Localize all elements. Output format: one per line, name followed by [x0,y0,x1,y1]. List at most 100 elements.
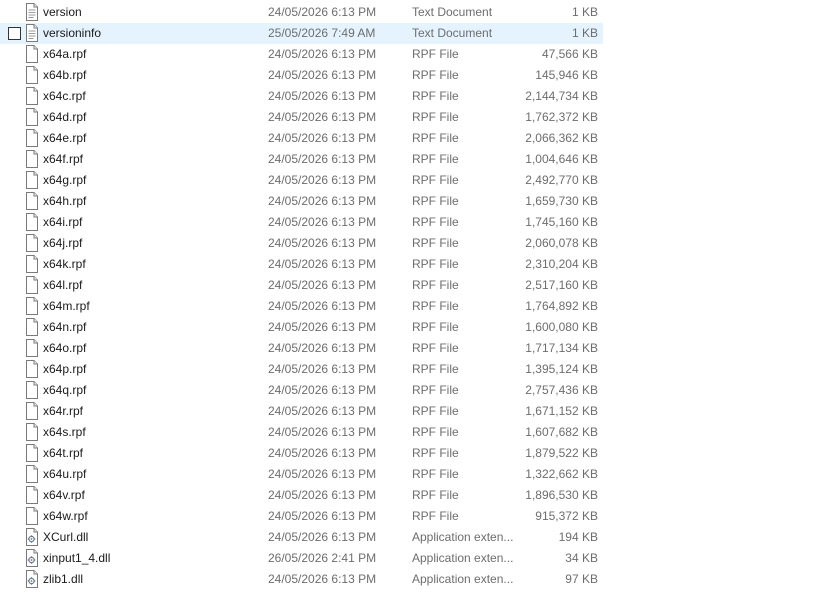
file-date-modified: 24/05/2026 6:13 PM [268,68,377,82]
text-document-icon [25,3,39,21]
file-name: x64f.rpf [43,152,84,166]
file-size: 2,492,770 KB [525,173,598,187]
file-icon [25,486,39,504]
file-name: version [43,5,82,19]
file-date-modified: 24/05/2026 6:13 PM [268,236,377,250]
file-type: Text Document [412,26,493,40]
file-date-modified: 24/05/2026 6:13 PM [268,131,377,145]
file-date-modified: 24/05/2026 6:13 PM [268,173,377,187]
file-type: RPF File [412,446,459,460]
file-type: RPF File [412,299,459,313]
file-name: x64g.rpf [43,173,87,187]
file-name: x64u.rpf [43,467,87,481]
file-date-modified: 24/05/2026 6:13 PM [268,278,377,292]
file-type: RPF File [412,236,459,250]
file-date-modified: 24/05/2026 6:13 PM [268,383,377,397]
file-icon [25,507,39,525]
file-icon [25,423,39,441]
file-date-modified: 24/05/2026 6:13 PM [268,341,377,355]
file-name: x64k.rpf [43,257,86,271]
file-name: x64t.rpf [43,446,84,460]
file-row[interactable]: x64c.rpf 24/05/2026 6:13 PM RPF File 2,1… [0,86,603,107]
dll-file-icon [25,570,39,588]
file-size: 1 KB [571,26,598,40]
file-date-modified: 24/05/2026 6:13 PM [268,215,377,229]
file-row-selected[interactable]: versioninfo 25/05/2026 7:49 AM Text Docu… [0,23,603,44]
file-row[interactable]: x64r.rpf 24/05/2026 6:13 PM RPF File 1,6… [0,401,603,422]
file-icon [25,339,39,357]
file-icon [25,381,39,399]
file-row[interactable]: x64u.rpf 24/05/2026 6:13 PM RPF File 1,3… [0,464,603,485]
file-type: Application exten... [412,572,514,586]
file-row[interactable]: XCurl.dll 24/05/2026 6:13 PM Application… [0,527,603,548]
file-type: RPF File [412,110,459,124]
file-row[interactable]: x64j.rpf 24/05/2026 6:13 PM RPF File 2,0… [0,233,603,254]
file-date-modified: 24/05/2026 6:13 PM [268,299,377,313]
file-size: 97 KB [565,572,598,586]
file-icon [25,87,39,105]
file-row[interactable]: zlib1.dll 24/05/2026 6:13 PM Application… [0,569,603,590]
file-size: 2,517,160 KB [525,278,598,292]
file-row[interactable]: version 24/05/2026 6:13 PM Text Document… [0,2,603,23]
file-date-modified: 24/05/2026 6:13 PM [268,572,377,586]
file-icon [25,192,39,210]
file-size: 1,659,730 KB [525,194,598,208]
file-date-modified: 24/05/2026 6:13 PM [268,257,377,271]
file-type: RPF File [412,89,459,103]
file-row[interactable]: x64v.rpf 24/05/2026 6:13 PM RPF File 1,8… [0,485,603,506]
file-row[interactable]: x64i.rpf 24/05/2026 6:13 PM RPF File 1,7… [0,212,603,233]
file-date-modified: 24/05/2026 6:13 PM [268,509,377,523]
row-select-checkbox[interactable] [8,27,21,40]
file-type: RPF File [412,47,459,61]
file-date-modified: 25/05/2026 7:49 AM [268,26,376,40]
file-row[interactable]: x64l.rpf 24/05/2026 6:13 PM RPF File 2,5… [0,275,603,296]
file-date-modified: 24/05/2026 6:13 PM [268,152,377,166]
file-name: x64b.rpf [43,68,87,82]
file-row[interactable]: x64s.rpf 24/05/2026 6:13 PM RPF File 1,6… [0,422,603,443]
file-row[interactable]: x64g.rpf 24/05/2026 6:13 PM RPF File 2,4… [0,170,603,191]
file-name: x64o.rpf [43,341,87,355]
file-row[interactable]: x64k.rpf 24/05/2026 6:13 PM RPF File 2,3… [0,254,603,275]
file-row[interactable]: x64e.rpf 24/05/2026 6:13 PM RPF File 2,0… [0,128,603,149]
file-row[interactable]: x64m.rpf 24/05/2026 6:13 PM RPF File 1,7… [0,296,603,317]
file-row[interactable]: x64o.rpf 24/05/2026 6:13 PM RPF File 1,7… [0,338,603,359]
file-type: RPF File [412,467,459,481]
file-icon [25,171,39,189]
file-icon [25,402,39,420]
file-type: Application exten... [412,530,514,544]
file-name: x64r.rpf [43,404,84,418]
file-size: 47,566 KB [541,47,598,61]
file-size: 1,395,124 KB [525,362,598,376]
file-type: RPF File [412,509,459,523]
file-icon [25,276,39,294]
dll-file-icon [25,549,39,567]
file-size: 1,764,892 KB [525,299,598,313]
file-row[interactable]: x64d.rpf 24/05/2026 6:13 PM RPF File 1,7… [0,107,603,128]
file-type: RPF File [412,320,459,334]
file-row[interactable]: x64a.rpf 24/05/2026 6:13 PM RPF File 47,… [0,44,603,65]
file-size: 34 KB [565,551,598,565]
file-row[interactable]: x64t.rpf 24/05/2026 6:13 PM RPF File 1,8… [0,443,603,464]
file-type: RPF File [412,215,459,229]
file-row[interactable]: x64p.rpf 24/05/2026 6:13 PM RPF File 1,3… [0,359,603,380]
file-row[interactable]: x64w.rpf 24/05/2026 6:13 PM RPF File 915… [0,506,603,527]
file-size: 1,879,522 KB [525,446,598,460]
file-name: XCurl.dll [43,530,89,544]
file-name: x64c.rpf [43,89,86,103]
file-row[interactable]: x64h.rpf 24/05/2026 6:13 PM RPF File 1,6… [0,191,603,212]
file-row[interactable]: x64b.rpf 24/05/2026 6:13 PM RPF File 145… [0,65,603,86]
file-row[interactable]: x64q.rpf 24/05/2026 6:13 PM RPF File 2,7… [0,380,603,401]
file-row[interactable]: x64n.rpf 24/05/2026 6:13 PM RPF File 1,6… [0,317,603,338]
file-size: 1,607,682 KB [525,425,598,439]
file-type: Text Document [412,5,493,19]
file-type: RPF File [412,131,459,145]
file-size: 1,671,152 KB [525,404,598,418]
file-size: 1,717,134 KB [525,341,598,355]
file-row[interactable]: xinput1_4.dll 26/05/2026 2:41 PM Applica… [0,548,603,569]
file-name: x64q.rpf [43,383,87,397]
file-name: x64i.rpf [43,215,83,229]
file-row[interactable]: x64f.rpf 24/05/2026 6:13 PM RPF File 1,0… [0,149,603,170]
file-size: 1,762,372 KB [525,110,598,124]
file-size: 1,004,646 KB [525,152,598,166]
file-name: x64n.rpf [43,320,87,334]
